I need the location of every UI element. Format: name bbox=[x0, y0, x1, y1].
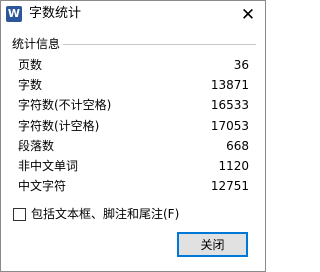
stat-value: 12751 bbox=[210, 179, 249, 193]
statistics-group-label: 统计信息 bbox=[12, 37, 63, 51]
stat-row-chars-with-spaces: 字符数(计空格) 17053 bbox=[18, 117, 249, 135]
stat-row-chinese-chars: 中文字符 12751 bbox=[18, 177, 249, 195]
include-textboxes-label[interactable]: 包括文本框、脚注和尾注(F) bbox=[31, 206, 179, 222]
close-button[interactable]: 关闭 bbox=[177, 232, 248, 257]
stat-row-non-chinese-words: 非中文单词 1120 bbox=[18, 157, 249, 175]
stat-label: 段落数 bbox=[18, 139, 55, 153]
word-count-dialog: W 字数统计 ✕ 统计信息 页数 36 字数 13871 字符数(不计空格) 1… bbox=[0, 0, 266, 272]
word-app-icon: W bbox=[6, 6, 22, 22]
stat-label: 字符数(计空格) bbox=[18, 119, 100, 133]
include-textboxes-checkbox[interactable] bbox=[13, 208, 26, 221]
stat-value: 17053 bbox=[210, 119, 249, 133]
stat-label: 中文字符 bbox=[18, 179, 67, 193]
stat-row-paragraphs: 段落数 668 bbox=[18, 137, 249, 155]
stat-value: 36 bbox=[233, 58, 249, 72]
stat-label: 字数 bbox=[18, 78, 43, 92]
stat-value: 16533 bbox=[210, 98, 249, 112]
stat-row-chars-no-spaces: 字符数(不计空格) 16533 bbox=[18, 96, 249, 114]
group-divider bbox=[63, 44, 256, 45]
stat-value: 668 bbox=[226, 139, 249, 153]
dialog-title: 字数统计 bbox=[29, 6, 82, 21]
title-bar: W 字数统计 ✕ bbox=[1, 1, 265, 29]
stat-label: 字符数(不计空格) bbox=[18, 98, 112, 112]
stat-value: 1120 bbox=[218, 159, 249, 173]
stat-label: 页数 bbox=[18, 58, 43, 72]
stat-value: 13871 bbox=[210, 78, 249, 92]
stat-label: 非中文单词 bbox=[18, 159, 79, 173]
stat-row-words: 字数 13871 bbox=[18, 76, 249, 94]
stat-row-pages: 页数 36 bbox=[18, 56, 249, 74]
close-icon[interactable]: ✕ bbox=[237, 4, 259, 26]
